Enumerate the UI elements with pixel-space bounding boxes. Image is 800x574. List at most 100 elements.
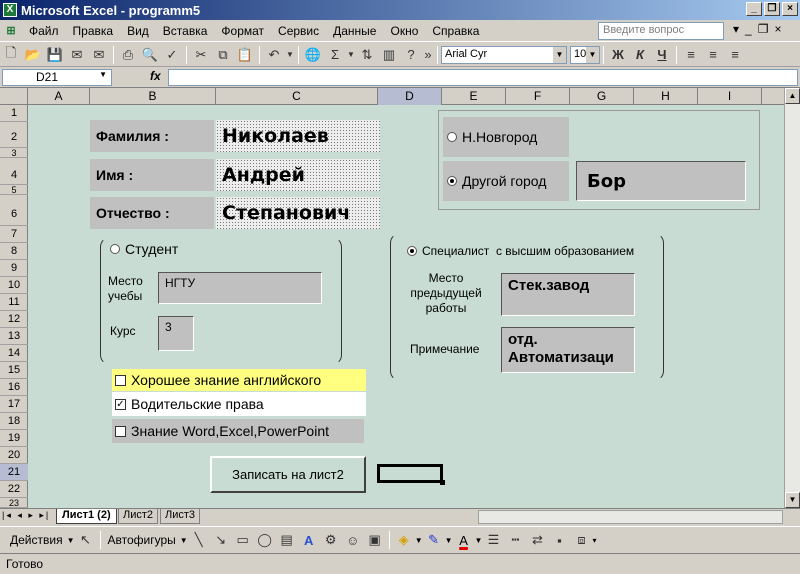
font-size-select[interactable]: 10 ▼: [570, 45, 600, 64]
column-header[interactable]: F: [506, 88, 570, 105]
row-header[interactable]: 10: [0, 277, 28, 294]
formula-input[interactable]: [168, 69, 798, 86]
oval-icon[interactable]: ◯: [254, 530, 276, 550]
row-header[interactable]: 14: [0, 345, 28, 362]
actions-dropdown-icon[interactable]: ▼: [67, 536, 75, 545]
line-icon[interactable]: ╲: [188, 530, 210, 550]
align-left-icon[interactable]: ≡: [680, 45, 702, 65]
font-name-dropdown-icon[interactable]: ▼: [553, 46, 566, 63]
course-input[interactable]: 3: [158, 316, 194, 351]
doc-close-button[interactable]: ×: [774, 22, 781, 36]
sort-icon[interactable]: ⇅: [356, 45, 378, 65]
menu-help[interactable]: Справка: [425, 24, 486, 38]
email-icon[interactable]: ✉: [88, 45, 110, 65]
wordart-icon[interactable]: A: [298, 530, 320, 550]
row-header[interactable]: 9: [0, 260, 28, 277]
row-header[interactable]: 11: [0, 294, 28, 311]
row-header[interactable]: 20: [0, 447, 28, 464]
doc-close-icon[interactable]: ▾: [733, 22, 739, 36]
fx-icon[interactable]: fx: [150, 69, 161, 83]
clipart-icon[interactable]: ☺: [342, 530, 364, 550]
arrow-icon[interactable]: ↘: [210, 530, 232, 550]
line-color-icon[interactable]: ✎: [423, 530, 445, 550]
undo-dropdown-icon[interactable]: ▼: [285, 45, 295, 65]
toolbar-options-icon[interactable]: ▾: [592, 536, 596, 545]
name-box[interactable]: D21 ▼: [2, 69, 112, 86]
picture-icon[interactable]: ▣: [364, 530, 386, 550]
rectangle-icon[interactable]: ▭: [232, 530, 254, 550]
new-icon[interactable]: 🗋: [0, 45, 22, 65]
line-style-icon[interactable]: ☰: [482, 530, 504, 550]
dash-style-icon[interactable]: ┅: [504, 530, 526, 550]
row-header[interactable]: 5: [0, 185, 28, 195]
cut-icon[interactable]: ✂: [190, 45, 212, 65]
row-header[interactable]: 22: [0, 481, 28, 498]
restore-button[interactable]: ❐: [764, 2, 780, 16]
underline-button[interactable]: Ч: [651, 45, 673, 65]
hyperlink-icon[interactable]: 🌐: [302, 45, 324, 65]
doc-icon[interactable]: ⊞: [0, 21, 22, 41]
ask-question-input[interactable]: Введите вопрос: [598, 22, 724, 40]
autoshapes-menu[interactable]: Автофигуры: [104, 533, 180, 547]
city-input[interactable]: Бор: [576, 161, 746, 201]
patronymic-value[interactable]: Степанович: [216, 197, 380, 229]
column-header[interactable]: C: [216, 88, 378, 105]
undo-icon[interactable]: ↶: [263, 45, 285, 65]
arrow-style-icon[interactable]: ⇄: [526, 530, 548, 550]
scroll-down-icon[interactable]: ▼: [785, 492, 800, 508]
column-header[interactable]: A: [28, 88, 90, 105]
select-objects-icon[interactable]: ↖: [75, 530, 97, 550]
menu-view[interactable]: Вид: [120, 24, 156, 38]
row-header[interactable]: 19: [0, 430, 28, 447]
sheet-tab[interactable]: Лист3: [160, 509, 201, 524]
study-place-input[interactable]: НГТУ: [158, 272, 322, 304]
row-header[interactable]: 12: [0, 311, 28, 328]
fill-color-dropdown-icon[interactable]: ▼: [415, 536, 423, 545]
row-header[interactable]: 2: [0, 122, 28, 148]
actions-menu[interactable]: Действия: [0, 533, 67, 547]
write-to-sheet2-button[interactable]: Записать на лист2: [210, 456, 366, 493]
checkbox-driving-license[interactable]: ✓ Водительские права: [112, 392, 366, 416]
shadow-style-icon[interactable]: ▪: [548, 530, 570, 550]
sheet-tab[interactable]: Лист2: [118, 509, 159, 524]
print-icon[interactable]: ⎙: [117, 45, 139, 65]
column-header[interactable]: H: [634, 88, 698, 105]
menu-edit[interactable]: Правка: [66, 24, 121, 38]
align-right-icon[interactable]: ≡: [724, 45, 746, 65]
menu-tools[interactable]: Сервис: [271, 24, 326, 38]
menu-window[interactable]: Окно: [383, 24, 425, 38]
row-header[interactable]: 7: [0, 226, 28, 243]
font-name-select[interactable]: Arial Cyr ▼: [441, 45, 567, 64]
diagram-icon[interactable]: ⚙: [320, 530, 342, 550]
help-icon[interactable]: ?: [400, 45, 422, 65]
specialist-option[interactable]: Специалист с высшим образованием: [407, 244, 634, 258]
vertical-scrollbar[interactable]: ▲ ▼: [784, 88, 800, 508]
autosum-icon[interactable]: Σ: [324, 45, 346, 65]
scroll-up-icon[interactable]: ▲: [785, 88, 800, 104]
fill-handle[interactable]: [440, 480, 445, 485]
menu-format[interactable]: Формат: [214, 24, 271, 38]
row-header[interactable]: 8: [0, 243, 28, 260]
name-box-dropdown-icon[interactable]: ▼: [99, 70, 107, 79]
horizontal-scrollbar[interactable]: [478, 510, 783, 524]
bold-button[interactable]: Ж: [607, 45, 629, 65]
column-header-selected[interactable]: D: [378, 88, 442, 105]
copy-icon[interactable]: ⧉: [212, 45, 234, 65]
line-color-dropdown-icon[interactable]: ▼: [445, 536, 453, 545]
column-header[interactable]: E: [442, 88, 506, 105]
row-header[interactable]: 15: [0, 362, 28, 379]
doc-restore-icon[interactable]: ❐: [758, 22, 769, 36]
autosum-dropdown-icon[interactable]: ▼: [346, 45, 356, 65]
row-header[interactable]: 13: [0, 328, 28, 345]
prev-work-input[interactable]: Стек.завод: [501, 273, 635, 316]
column-header[interactable]: I: [698, 88, 762, 105]
tab-nav-icons[interactable]: |◂ ◂ ▸ ▸|: [2, 510, 50, 521]
menu-file[interactable]: Файл: [22, 24, 66, 38]
sheet-tab-active[interactable]: Лист1 (2): [56, 509, 117, 524]
row-header[interactable]: 23: [0, 498, 28, 508]
textbox-icon[interactable]: ▤: [276, 530, 298, 550]
active-cell[interactable]: [377, 464, 443, 483]
open-icon[interactable]: 📂: [22, 45, 44, 65]
worksheet-grid[interactable]: A B C D E F G H I 1 2 3 4 5 6 7 8 9 10 1…: [0, 88, 784, 508]
row-header[interactable]: 6: [0, 195, 28, 226]
